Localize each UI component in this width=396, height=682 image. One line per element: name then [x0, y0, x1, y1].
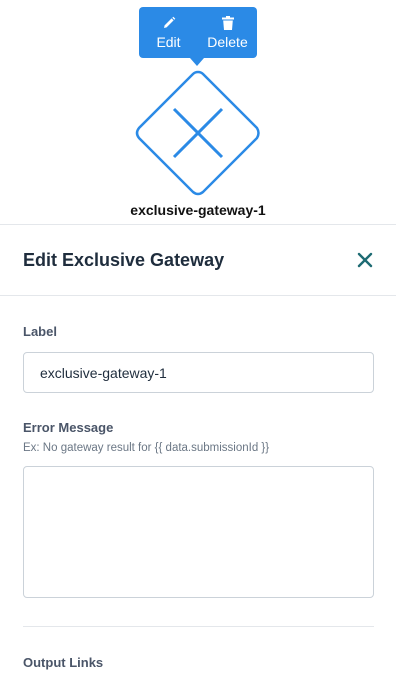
delete-button-label: Delete	[207, 34, 248, 50]
trash-icon	[221, 15, 234, 31]
edit-form: Label Error Message Ex: No gateway resul…	[0, 324, 396, 670]
edit-button-label: Edit	[156, 34, 181, 50]
error-message-hint: Ex: No gateway result for {{ data.submis…	[23, 442, 270, 454]
error-message-label: Error Message	[23, 420, 114, 435]
diagram-canvas: Edit Delete exclusive-gateway-1	[0, 0, 396, 224]
output-links-label: Output Links	[23, 655, 104, 670]
edit-panel: Edit Exclusive Gateway Label Error Messa…	[0, 224, 396, 682]
error-message-textarea[interactable]	[23, 466, 374, 598]
panel-title: Edit Exclusive Gateway	[23, 249, 225, 270]
divider	[23, 626, 374, 627]
label-field-label: Label	[23, 324, 57, 339]
exclusive-gateway-icon[interactable]	[134, 69, 262, 197]
panel-header: Edit Exclusive Gateway	[0, 225, 396, 296]
close-icon[interactable]	[356, 251, 374, 269]
pencil-icon	[162, 15, 176, 31]
delete-button[interactable]: Delete	[198, 7, 257, 58]
node-context-toolbar: Edit Delete	[139, 7, 257, 66]
edit-button[interactable]: Edit	[139, 7, 198, 58]
node-label: exclusive-gateway-1	[130, 202, 266, 218]
label-input[interactable]	[23, 352, 374, 393]
